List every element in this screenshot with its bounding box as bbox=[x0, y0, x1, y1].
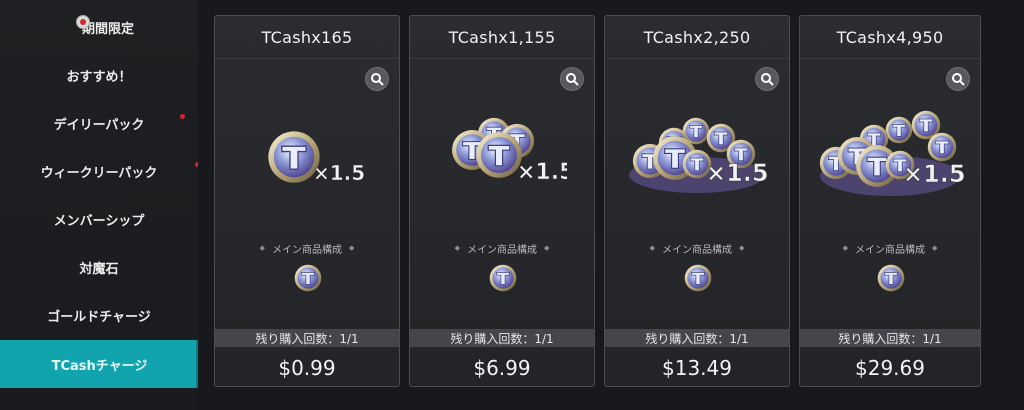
product-card[interactable]: TCashx2,250 ×1.5 ◆ メイン商品構成 ◆ 残り購入回数：1/1 … bbox=[604, 15, 790, 387]
magnifier-icon bbox=[761, 73, 774, 86]
composition-text: メイン商品構成 bbox=[855, 244, 925, 256]
divider bbox=[215, 58, 399, 59]
magnifier-icon bbox=[371, 73, 384, 86]
price-button[interactable]: $6.99 bbox=[410, 349, 594, 387]
divider bbox=[800, 58, 980, 59]
bonus-label: ×1.5 bbox=[706, 159, 769, 187]
diamond-icon: ◆ bbox=[842, 244, 848, 252]
composition-text: メイン商品構成 bbox=[467, 244, 537, 256]
zoom-button[interactable] bbox=[755, 67, 779, 91]
zoom-button[interactable] bbox=[946, 67, 970, 91]
tcash-coin-icon bbox=[294, 264, 322, 292]
composition-text: メイン商品構成 bbox=[272, 244, 342, 256]
product-title: TCashx1,155 bbox=[448, 27, 556, 47]
composition-label: ◆ メイン商品構成 ◆ bbox=[215, 240, 399, 256]
sidebar-item-label: ゴールドチャージ bbox=[47, 309, 151, 325]
product-card[interactable]: TCashx4,950 ×1.5 ◆ メイン商品構成 ◆ 残り購入回数：1/1 … bbox=[799, 15, 981, 387]
coin-pile-image: ×1.5 bbox=[410, 108, 594, 208]
zoom-button[interactable] bbox=[560, 67, 584, 91]
diamond-icon: ◆ bbox=[259, 244, 265, 252]
category-sidebar: 期間限定 おすすめ！ デイリーパック ウィークリーパック メンバーシップ 対魔石… bbox=[0, 0, 200, 410]
tcash-coin-icon bbox=[877, 264, 905, 292]
diamond-icon: ◆ bbox=[649, 244, 655, 252]
product-title: TCashx165 bbox=[261, 27, 353, 47]
diamond-icon: ◆ bbox=[932, 244, 938, 252]
sidebar-item-label: 対魔石 bbox=[79, 261, 119, 277]
magnifier-icon bbox=[566, 73, 579, 86]
tcash-coin-icon: ×1.5 bbox=[629, 117, 769, 193]
remaining-purchases: 残り購入回数：1/1 bbox=[410, 329, 594, 347]
tcash-coin-icon bbox=[684, 264, 712, 292]
bonus-label: ×1.5 bbox=[313, 161, 365, 185]
coin-pile-image: ×1.5 bbox=[605, 108, 789, 208]
sidebar-item-tcash-charge[interactable]: TCashチャージ bbox=[0, 340, 199, 388]
product-title: TCashx2,250 bbox=[643, 27, 751, 47]
zoom-button[interactable] bbox=[365, 67, 389, 91]
divider bbox=[605, 58, 789, 59]
diamond-icon: ◆ bbox=[454, 244, 460, 252]
magnifier-icon bbox=[952, 73, 965, 86]
diamond-icon: ◆ bbox=[544, 244, 550, 252]
diamond-icon: ◆ bbox=[349, 244, 355, 252]
sidebar-item-label: メンバーシップ bbox=[53, 213, 145, 229]
sidebar-item-membership[interactable]: メンバーシップ bbox=[0, 195, 198, 243]
bonus-label: ×1.5 bbox=[903, 160, 965, 188]
price-button[interactable]: $13.49 bbox=[605, 349, 789, 387]
sidebar-item-label: デイリーパック bbox=[53, 117, 145, 133]
bonus-label: ×1.5 bbox=[517, 160, 567, 185]
sidebar-item-limited[interactable]: 期間限定 bbox=[0, 3, 198, 51]
composition-label: ◆ メイン商品構成 ◆ bbox=[605, 240, 789, 256]
sidebar-item-label: ウィークリーパック bbox=[40, 165, 158, 181]
composition-label: ◆ メイン商品構成 ◆ bbox=[410, 240, 594, 256]
composition-label: ◆ メイン商品構成 ◆ bbox=[800, 240, 980, 256]
tcash-coin-icon: ×1.5 bbox=[819, 110, 965, 196]
tcash-coin-icon: ×1.5 bbox=[267, 130, 365, 185]
limited-badge-icon bbox=[76, 15, 90, 29]
price-button[interactable]: $0.99 bbox=[215, 349, 399, 387]
tcash-coin-icon: ×1.5 bbox=[451, 117, 567, 185]
sidebar-item-label: おすすめ！ bbox=[66, 69, 132, 85]
divider bbox=[410, 58, 594, 59]
sidebar-item-recommended[interactable]: おすすめ！ bbox=[0, 51, 198, 99]
tcash-coin-icon bbox=[489, 264, 517, 292]
notification-dot-icon bbox=[180, 114, 185, 119]
sidebar-item-magic-stone[interactable]: 対魔石 bbox=[0, 243, 198, 291]
sidebar-item-daily-pack[interactable]: デイリーパック bbox=[0, 99, 198, 147]
coin-pile-image: ×1.5 bbox=[215, 108, 399, 208]
product-card[interactable]: TCashx1,155 ×1.5 ◆ メイン商品構成 ◆ 残り購入回数：1/1 … bbox=[409, 15, 595, 387]
product-title: TCashx4,950 bbox=[836, 27, 944, 47]
sidebar-item-weekly-pack[interactable]: ウィークリーパック bbox=[0, 147, 200, 195]
product-grid: TCashx165 ×1.5 ◆ メイン商品構成 ◆ 残り購入回数：1/1 $0… bbox=[198, 0, 1024, 410]
sidebar-item-gold-charge[interactable]: ゴールドチャージ bbox=[0, 291, 198, 339]
remaining-purchases: 残り購入回数：1/1 bbox=[605, 329, 789, 347]
price-button[interactable]: $29.69 bbox=[800, 349, 980, 387]
composition-text: メイン商品構成 bbox=[662, 244, 732, 256]
remaining-purchases: 残り購入回数：1/1 bbox=[800, 329, 980, 347]
diamond-icon: ◆ bbox=[739, 244, 745, 252]
product-card[interactable]: TCashx165 ×1.5 ◆ メイン商品構成 ◆ 残り購入回数：1/1 $0… bbox=[214, 15, 400, 387]
coin-pile-image: ×1.5 bbox=[800, 108, 980, 208]
sidebar-item-label: TCashチャージ bbox=[51, 358, 148, 374]
remaining-purchases: 残り購入回数：1/1 bbox=[215, 329, 399, 347]
